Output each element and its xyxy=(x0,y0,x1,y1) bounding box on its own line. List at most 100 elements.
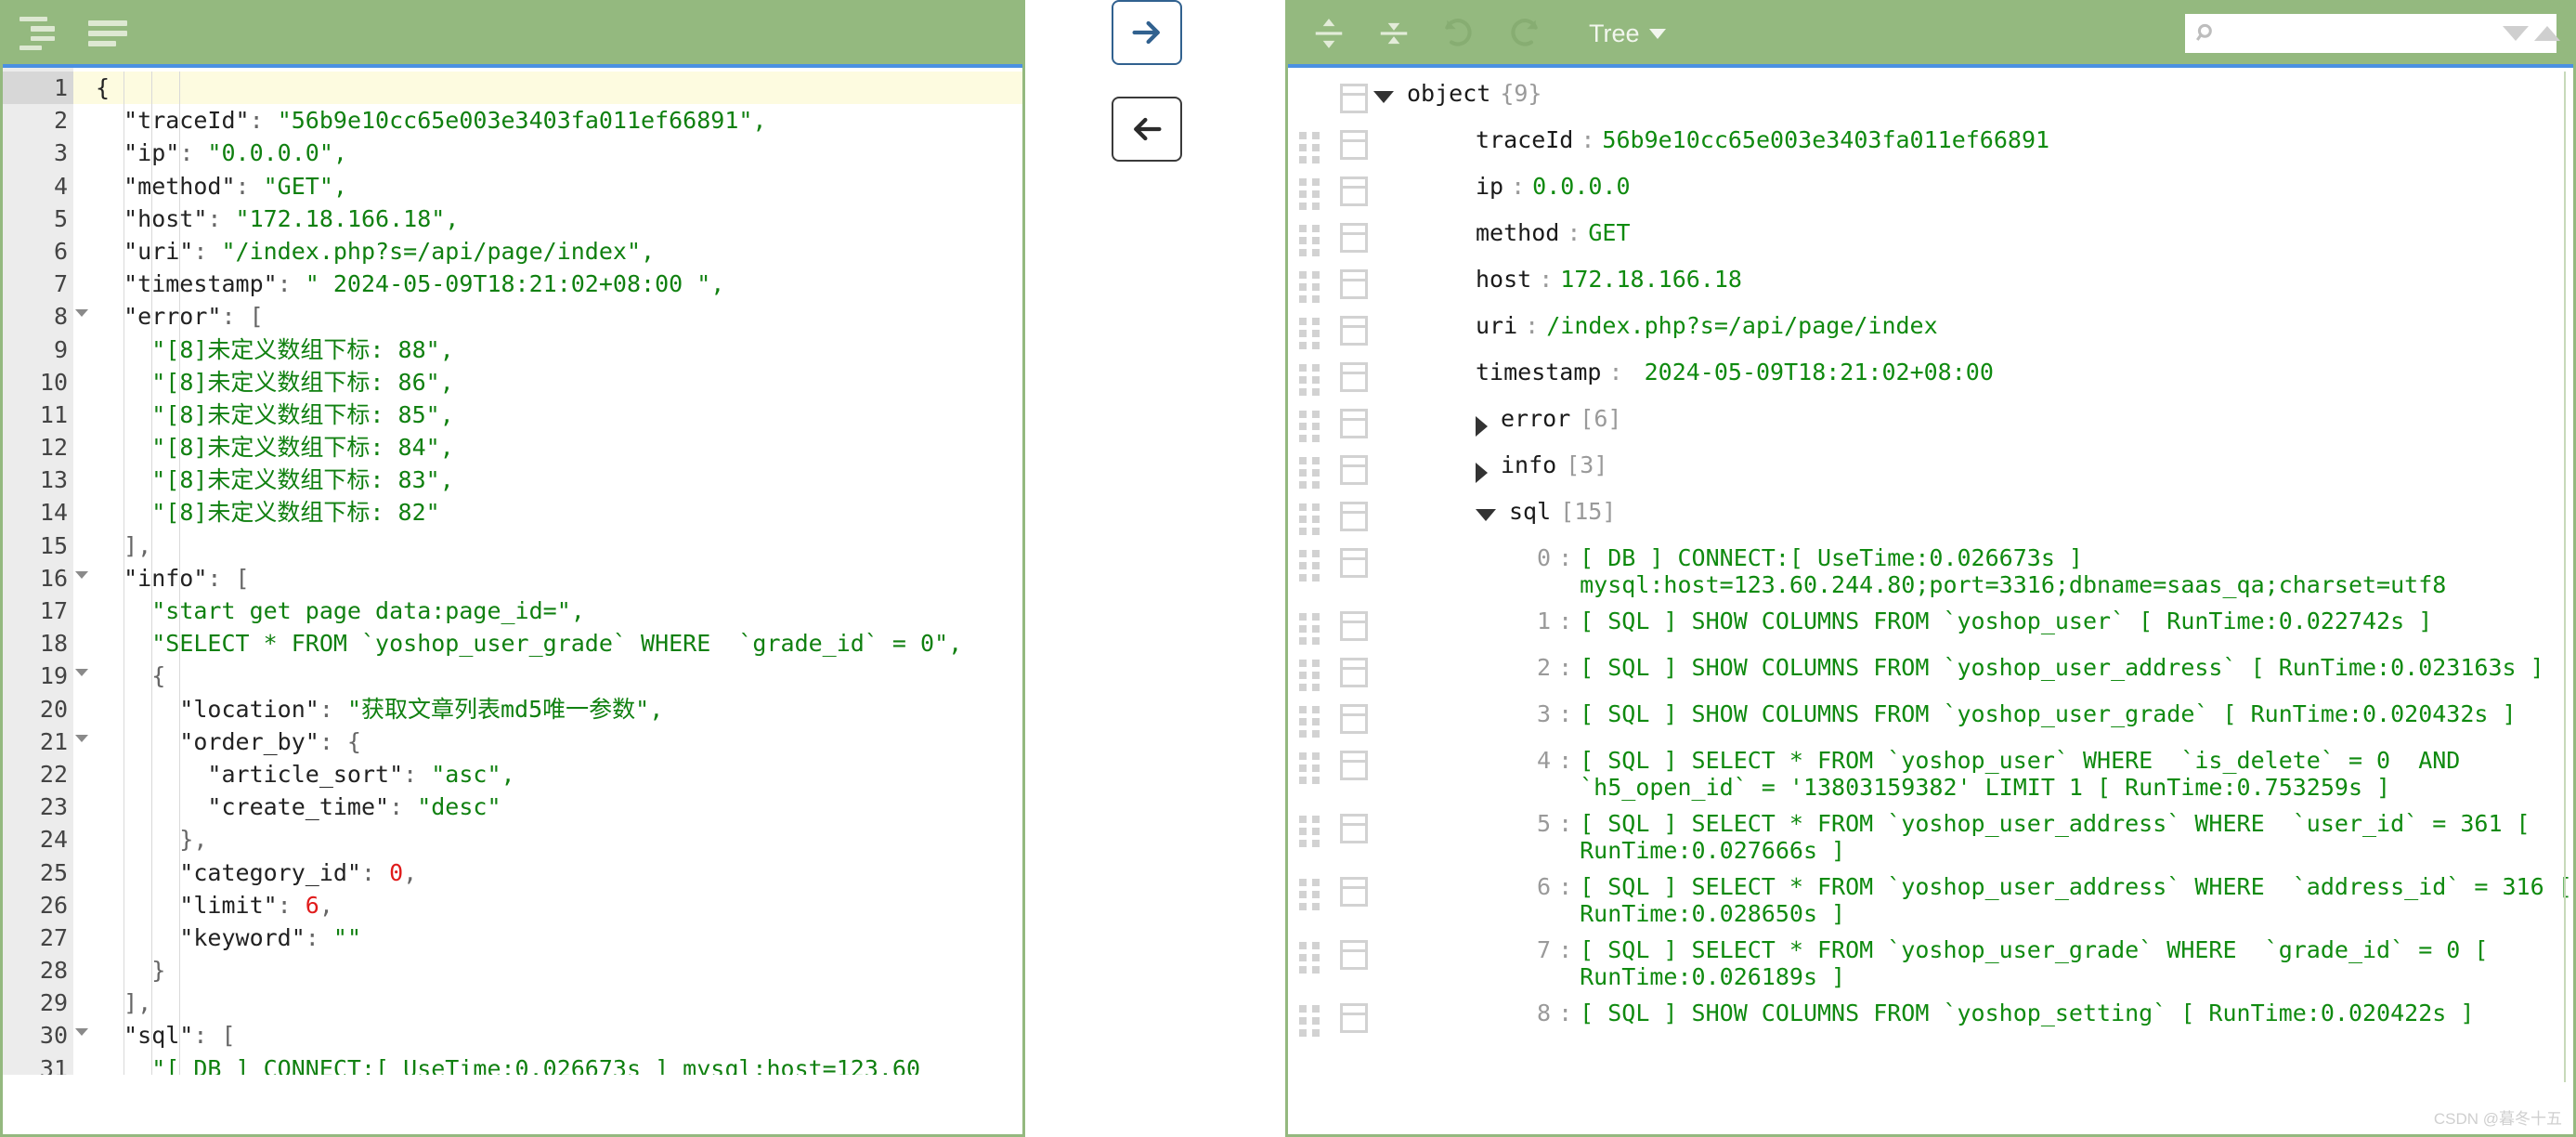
tree-node-value[interactable]: [ SQL ] SELECT * FROM `yoshop_user` WHER… xyxy=(1580,747,2573,801)
tree-node-key[interactable]: 1 xyxy=(1537,608,1551,634)
tree-row[interactable]: 0:[ DB ] CONNECT:[ UseTime:0.026673s ] m… xyxy=(1288,540,2573,603)
drag-handle-icon[interactable] xyxy=(1299,503,1331,535)
drag-handle-icon[interactable] xyxy=(1299,411,1331,442)
tree-row[interactable]: 1:[ SQL ] SHOW COLUMNS FROM `yoshop_user… xyxy=(1288,603,2573,649)
drag-handle-icon[interactable] xyxy=(1299,752,1331,784)
drag-handle-icon[interactable] xyxy=(1299,132,1331,163)
tree-node-key[interactable]: 8 xyxy=(1537,1000,1551,1026)
code-area[interactable]: 1 2 3 4 5 6 7 8 9 10 11 12 13 14 15 16 17 18 19 20 21 22 23 24 2… xyxy=(3,68,1022,1075)
field-menu-icon[interactable] xyxy=(1340,269,1368,299)
tree-row[interactable]: 8:[ SQL ] SHOW COLUMNS FROM `yoshop_sett… xyxy=(1288,995,2573,1041)
tree-node-value[interactable]: [ DB ] CONNECT:[ UseTime:0.026673s ] mys… xyxy=(1580,544,2573,598)
convert-to-text-button[interactable] xyxy=(1112,97,1182,162)
tree-row[interactable]: method: GET xyxy=(1288,215,2573,261)
tree-node-value[interactable]: 172.18.166.18 xyxy=(1560,266,1742,293)
tree-row[interactable]: error [6] xyxy=(1288,400,2573,447)
drag-handle-icon[interactable] xyxy=(1299,879,1331,910)
tree-row[interactable]: traceId:56b9e10cc65e003e3403fa011ef66891 xyxy=(1288,122,2573,168)
tree-row[interactable]: 4:[ SQL ] SELECT * FROM `yoshop_user` WH… xyxy=(1288,742,2573,805)
tree-node-value[interactable]: /index.php?s=/api/page/index xyxy=(1546,312,1937,339)
tree-row[interactable]: 7:[ SQL ] SELECT * FROM `yoshop_user_gra… xyxy=(1288,932,2573,995)
drag-handle-icon[interactable] xyxy=(1299,816,1331,847)
tree-node-value[interactable]: [ SQL ] SELECT * FROM `yoshop_user_grade… xyxy=(1580,936,2573,990)
undo-button[interactable] xyxy=(1438,13,1479,54)
caret-right-icon[interactable] xyxy=(1476,463,1488,483)
tree-node-value[interactable]: [ SQL ] SELECT * FROM `yoshop_user_addre… xyxy=(1580,810,2573,864)
tree-node-value[interactable]: [ SQL ] SHOW COLUMNS FROM `yoshop_settin… xyxy=(1580,1000,2474,1026)
tree-row[interactable]: 6:[ SQL ] SELECT * FROM `yoshop_user_add… xyxy=(1288,869,2573,932)
field-menu-icon[interactable] xyxy=(1340,455,1368,485)
drag-handle-icon[interactable] xyxy=(1299,457,1331,489)
tree-row[interactable]: ip :0.0.0.0 xyxy=(1288,168,2573,215)
field-menu-icon[interactable] xyxy=(1340,548,1368,578)
field-menu-icon[interactable] xyxy=(1340,84,1368,113)
tree-node-key[interactable]: 3 xyxy=(1537,700,1551,727)
field-menu-icon[interactable] xyxy=(1340,502,1368,531)
tree-node-key[interactable]: host xyxy=(1476,266,1531,293)
drag-handle-icon[interactable] xyxy=(1299,271,1331,303)
expand-all-icon[interactable] xyxy=(1308,13,1349,54)
tree-node-key[interactable]: 6 xyxy=(1537,873,1551,900)
tree-node-value[interactable]: [ SQL ] SHOW COLUMNS FROM `yoshop_user_a… xyxy=(1580,654,2544,681)
search-next-icon[interactable] xyxy=(2503,26,2529,41)
tree-node-key[interactable]: method xyxy=(1476,219,1559,246)
field-menu-icon[interactable] xyxy=(1340,704,1368,734)
field-menu-icon[interactable] xyxy=(1340,223,1368,253)
drag-handle-icon[interactable] xyxy=(1299,660,1331,691)
tree-row[interactable]: info [3] xyxy=(1288,447,2573,493)
tree-node-key[interactable]: timestamp xyxy=(1476,359,1601,386)
tree-row[interactable]: sql [15] xyxy=(1288,493,2573,540)
collapse-all-icon[interactable] xyxy=(1373,13,1414,54)
tree-node-value[interactable]: [ SQL ] SHOW COLUMNS FROM `yoshop_user` … xyxy=(1580,608,2432,634)
convert-to-tree-button[interactable] xyxy=(1112,0,1182,65)
field-menu-icon[interactable] xyxy=(1340,751,1368,780)
tree-node-key[interactable]: error xyxy=(1501,405,1570,432)
field-menu-icon[interactable] xyxy=(1340,658,1368,687)
field-menu-icon[interactable] xyxy=(1340,611,1368,641)
field-menu-icon[interactable] xyxy=(1340,130,1368,160)
format-json-icon[interactable] xyxy=(20,17,62,50)
field-menu-icon[interactable] xyxy=(1340,814,1368,843)
tree-row[interactable]: 2:[ SQL ] SHOW COLUMNS FROM `yoshop_user… xyxy=(1288,649,2573,696)
tree-node-value[interactable]: GET xyxy=(1588,219,1630,246)
drag-handle-icon[interactable] xyxy=(1299,1005,1331,1037)
field-menu-icon[interactable] xyxy=(1340,1003,1368,1033)
tree-node-key[interactable]: 4 xyxy=(1537,747,1551,774)
field-menu-icon[interactable] xyxy=(1340,176,1368,206)
field-menu-icon[interactable] xyxy=(1340,362,1368,392)
tree-node-key[interactable]: 5 xyxy=(1537,810,1551,837)
field-menu-icon[interactable] xyxy=(1340,877,1368,907)
tree-node-key[interactable]: uri xyxy=(1476,312,1517,339)
tree-search-box[interactable] xyxy=(2185,14,2560,53)
tree-node-key[interactable]: traceId xyxy=(1476,126,1573,153)
redo-button[interactable] xyxy=(1503,13,1544,54)
tree-rows[interactable]: object {9} traceId:56b9e10cc65e003e3403fa0… xyxy=(1288,68,2573,1082)
drag-handle-icon[interactable] xyxy=(1299,225,1331,256)
tree-node-value[interactable]: 0.0.0.0 xyxy=(1532,173,1630,200)
tree-node-value[interactable]: [ SQL ] SELECT * FROM `yoshop_user_addre… xyxy=(1580,873,2573,927)
tree-row[interactable]: object {9} xyxy=(1288,75,2573,122)
search-prev-icon[interactable] xyxy=(2534,26,2560,41)
tree-node-key[interactable]: info xyxy=(1501,451,1556,478)
field-menu-icon[interactable] xyxy=(1340,316,1368,346)
tree-row[interactable]: timestamp: 2024-05-09T18:21:02+08:00 xyxy=(1288,354,2573,400)
drag-handle-icon[interactable] xyxy=(1299,364,1331,396)
drag-handle-icon[interactable] xyxy=(1299,550,1331,582)
tree-node-key[interactable]: 0 xyxy=(1537,544,1551,571)
tree-mode-selector[interactable]: Tree xyxy=(1589,20,1666,48)
tree-node-value[interactable]: 2024-05-09T18:21:02+08:00 xyxy=(1631,359,1994,386)
drag-handle-icon[interactable] xyxy=(1299,942,1331,974)
tree-node-key[interactable]: 2 xyxy=(1537,654,1551,681)
drag-handle-icon[interactable] xyxy=(1299,178,1331,210)
tree-row[interactable]: 5:[ SQL ] SELECT * FROM `yoshop_user_add… xyxy=(1288,805,2573,869)
drag-handle-icon[interactable] xyxy=(1299,613,1331,645)
compact-json-icon[interactable] xyxy=(88,17,131,50)
tree-row[interactable]: 3:[ SQL ] SHOW COLUMNS FROM `yoshop_user… xyxy=(1288,696,2573,742)
tree-node-value[interactable]: [ SQL ] SHOW COLUMNS FROM `yoshop_user_g… xyxy=(1580,700,2516,727)
tree-node-value[interactable]: 56b9e10cc65e003e3403fa011ef66891 xyxy=(1602,126,2049,153)
caret-down-icon[interactable] xyxy=(1476,509,1496,521)
tree-node-key[interactable]: ip xyxy=(1476,173,1503,200)
tree-node-key[interactable]: 7 xyxy=(1537,936,1551,963)
field-menu-icon[interactable] xyxy=(1340,409,1368,438)
caret-down-icon[interactable] xyxy=(1373,91,1394,103)
